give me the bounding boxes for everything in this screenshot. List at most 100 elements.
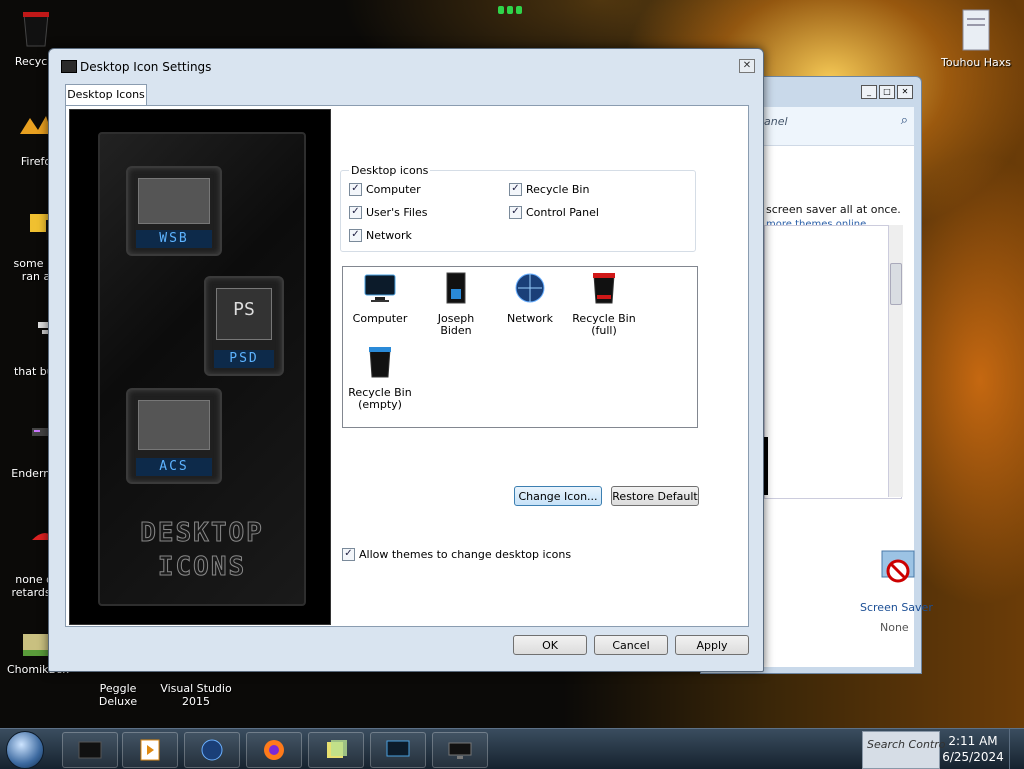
- control-panel-search-taskbar[interactable]: Search Contro: [862, 731, 945, 769]
- globe-icon: [515, 273, 545, 303]
- dialog-title: Desktop Icon Settings: [80, 60, 212, 74]
- checkbox-users-files[interactable]: ✓ User's Files: [349, 206, 427, 219]
- cancel-button[interactable]: Cancel: [594, 635, 668, 655]
- checkbox-label: Network: [366, 229, 412, 242]
- taskbar-item-monitor[interactable]: [370, 732, 426, 768]
- banner-tile-acs: ACS: [126, 388, 222, 484]
- recycle-bin-icon: [23, 12, 49, 47]
- search-placeholder: anel: [764, 115, 788, 128]
- display-icon: [448, 742, 472, 759]
- monitor-icon: [364, 274, 396, 302]
- start-button[interactable]: [6, 731, 44, 769]
- checkbox-recycle-bin[interactable]: ✓ Recycle Bin: [509, 183, 589, 196]
- tile-caption: PSD: [214, 350, 274, 368]
- notes-icon: [327, 740, 347, 758]
- checkbox-box[interactable]: ✓: [349, 183, 362, 196]
- checkbox-box[interactable]: ✓: [349, 229, 362, 242]
- user-folder-icon: [446, 272, 466, 304]
- icon-list[interactable]: Computer Joseph Biden Network Recycle Bi…: [342, 266, 698, 428]
- tab-desktop-icons[interactable]: Desktop Icons: [65, 84, 147, 105]
- list-item-label: Recycle Bin (full): [572, 312, 636, 337]
- list-item-recycle-bin-empty[interactable]: Recycle Bin (empty): [345, 345, 415, 411]
- tile-caption: ACS: [136, 458, 212, 476]
- banner-title-line1: DESKTOP: [140, 518, 264, 549]
- list-item-label: Computer: [352, 312, 408, 325]
- checkbox-box[interactable]: ✓: [342, 548, 355, 561]
- theme-preview: [764, 437, 768, 495]
- dialog-close-button[interactable]: ✕: [739, 59, 755, 73]
- list-item-computer[interactable]: Computer: [345, 271, 415, 325]
- desktop-icon-label: Touhou Haxs: [941, 56, 1011, 69]
- monitor-icon: [386, 740, 410, 757]
- checkbox-label: User's Files: [366, 206, 428, 219]
- tile-screen: [138, 400, 210, 450]
- firefox-icon: [264, 740, 284, 760]
- checkbox-control-panel[interactable]: ✓ Control Panel: [509, 206, 599, 219]
- window-controls: _ □ ✕: [861, 85, 913, 99]
- desktop-icon-label: Peggle Deluxe: [98, 682, 138, 708]
- dialog-title-icon: [61, 60, 77, 73]
- search-box[interactable]: anel ⌕: [764, 107, 914, 146]
- show-desktop-button[interactable]: [1009, 729, 1024, 769]
- media-player-icon: [140, 739, 160, 761]
- list-item-label: Recycle Bin (empty): [348, 386, 412, 411]
- personalization-description: screen saver all at once.: [766, 203, 901, 216]
- screen-saver-value: None: [880, 621, 909, 634]
- checkbox-label: Computer: [366, 183, 421, 196]
- recycle-bin-full-icon: [593, 273, 615, 304]
- checkbox-allow-themes[interactable]: ✓ Allow themes to change desktop icons: [342, 548, 571, 561]
- clock-date: 6/25/2024: [942, 750, 1004, 764]
- list-item-recycle-bin-full[interactable]: Recycle Bin (full): [569, 271, 639, 337]
- checkbox-label: Recycle Bin: [526, 183, 590, 196]
- desktop-icon-settings-dialog[interactable]: Desktop Icon Settings ✕ Desktop Icons WS…: [48, 48, 764, 672]
- taskbar-item-desktop[interactable]: [62, 732, 118, 768]
- scrollbar-thumb[interactable]: [890, 263, 902, 305]
- taskbar-item-media-player[interactable]: [122, 732, 178, 768]
- screen-saver-link[interactable]: Screen Saver: [860, 601, 933, 614]
- checkbox-computer[interactable]: ✓ Computer: [349, 183, 421, 196]
- desktop-icons-banner: WSB PS PSD ACS DESKTOP ICONS: [69, 109, 331, 625]
- list-item-users-files[interactable]: Joseph Biden: [421, 271, 491, 337]
- desktop-icon-touhou[interactable]: Touhou Haxs: [936, 8, 1016, 69]
- group-label: Desktop icons: [349, 164, 431, 177]
- recycle-bin-empty-icon: [369, 347, 391, 378]
- taskbar-item-notes[interactable]: [308, 732, 364, 768]
- close-button[interactable]: ✕: [897, 85, 913, 99]
- banner-tile-ps: PS PSD: [204, 276, 284, 376]
- list-item-label: Joseph Biden: [437, 312, 475, 337]
- apply-button[interactable]: Apply: [675, 635, 749, 655]
- banner-title-line2: ICONS: [157, 552, 247, 583]
- personalization-content: anel ⌕ screen saver all at once. more th…: [763, 107, 933, 667]
- taskbar-clock[interactable]: 2:11 AM 6/25/2024: [942, 733, 1004, 765]
- theme-list-scrollbar[interactable]: [888, 225, 903, 497]
- minimize-button[interactable]: _: [861, 85, 877, 99]
- text-file-icon: [962, 9, 990, 51]
- maximize-button[interactable]: □: [879, 85, 895, 99]
- theme-list[interactable]: [764, 225, 902, 499]
- search-icon[interactable]: ⌕: [901, 113, 908, 128]
- checkbox-label: Control Panel: [526, 206, 599, 219]
- clock-time: 2:11 AM: [948, 734, 998, 748]
- checkbox-box[interactable]: ✓: [349, 206, 362, 219]
- desktop-icons-group: Desktop icons ✓ Computer ✓ Recycle Bin ✓…: [340, 164, 696, 252]
- checkbox-label: Allow themes to change desktop icons: [359, 548, 572, 561]
- checkbox-box[interactable]: ✓: [509, 183, 522, 196]
- banner-tile-wsb: WSB: [126, 166, 222, 256]
- change-icon-button[interactable]: Change Icon...: [514, 486, 602, 506]
- screen-saver-icon[interactable]: [878, 547, 918, 587]
- taskbar-item-globe[interactable]: [184, 732, 240, 768]
- tile-screen: [138, 178, 210, 224]
- taskbar-item-firefox[interactable]: [246, 732, 302, 768]
- list-item-network[interactable]: Network: [495, 271, 565, 325]
- ok-button[interactable]: OK: [513, 635, 587, 655]
- checkbox-box[interactable]: ✓: [509, 206, 522, 219]
- desktop-icon-label: Visual Studio 2015: [160, 682, 232, 708]
- taskbar: Search Contro 2:11 AM 6/25/2024: [0, 728, 1024, 769]
- tile-caption: WSB: [136, 230, 212, 248]
- taskbar-item-display[interactable]: [432, 732, 488, 768]
- checkbox-network[interactable]: ✓ Network: [349, 229, 412, 242]
- wallpaper-green-light: [498, 4, 528, 16]
- desktop-icon: [78, 741, 102, 759]
- restore-default-button[interactable]: Restore Default: [611, 486, 699, 506]
- banner-frame: WSB PS PSD ACS DESKTOP ICONS: [98, 132, 306, 606]
